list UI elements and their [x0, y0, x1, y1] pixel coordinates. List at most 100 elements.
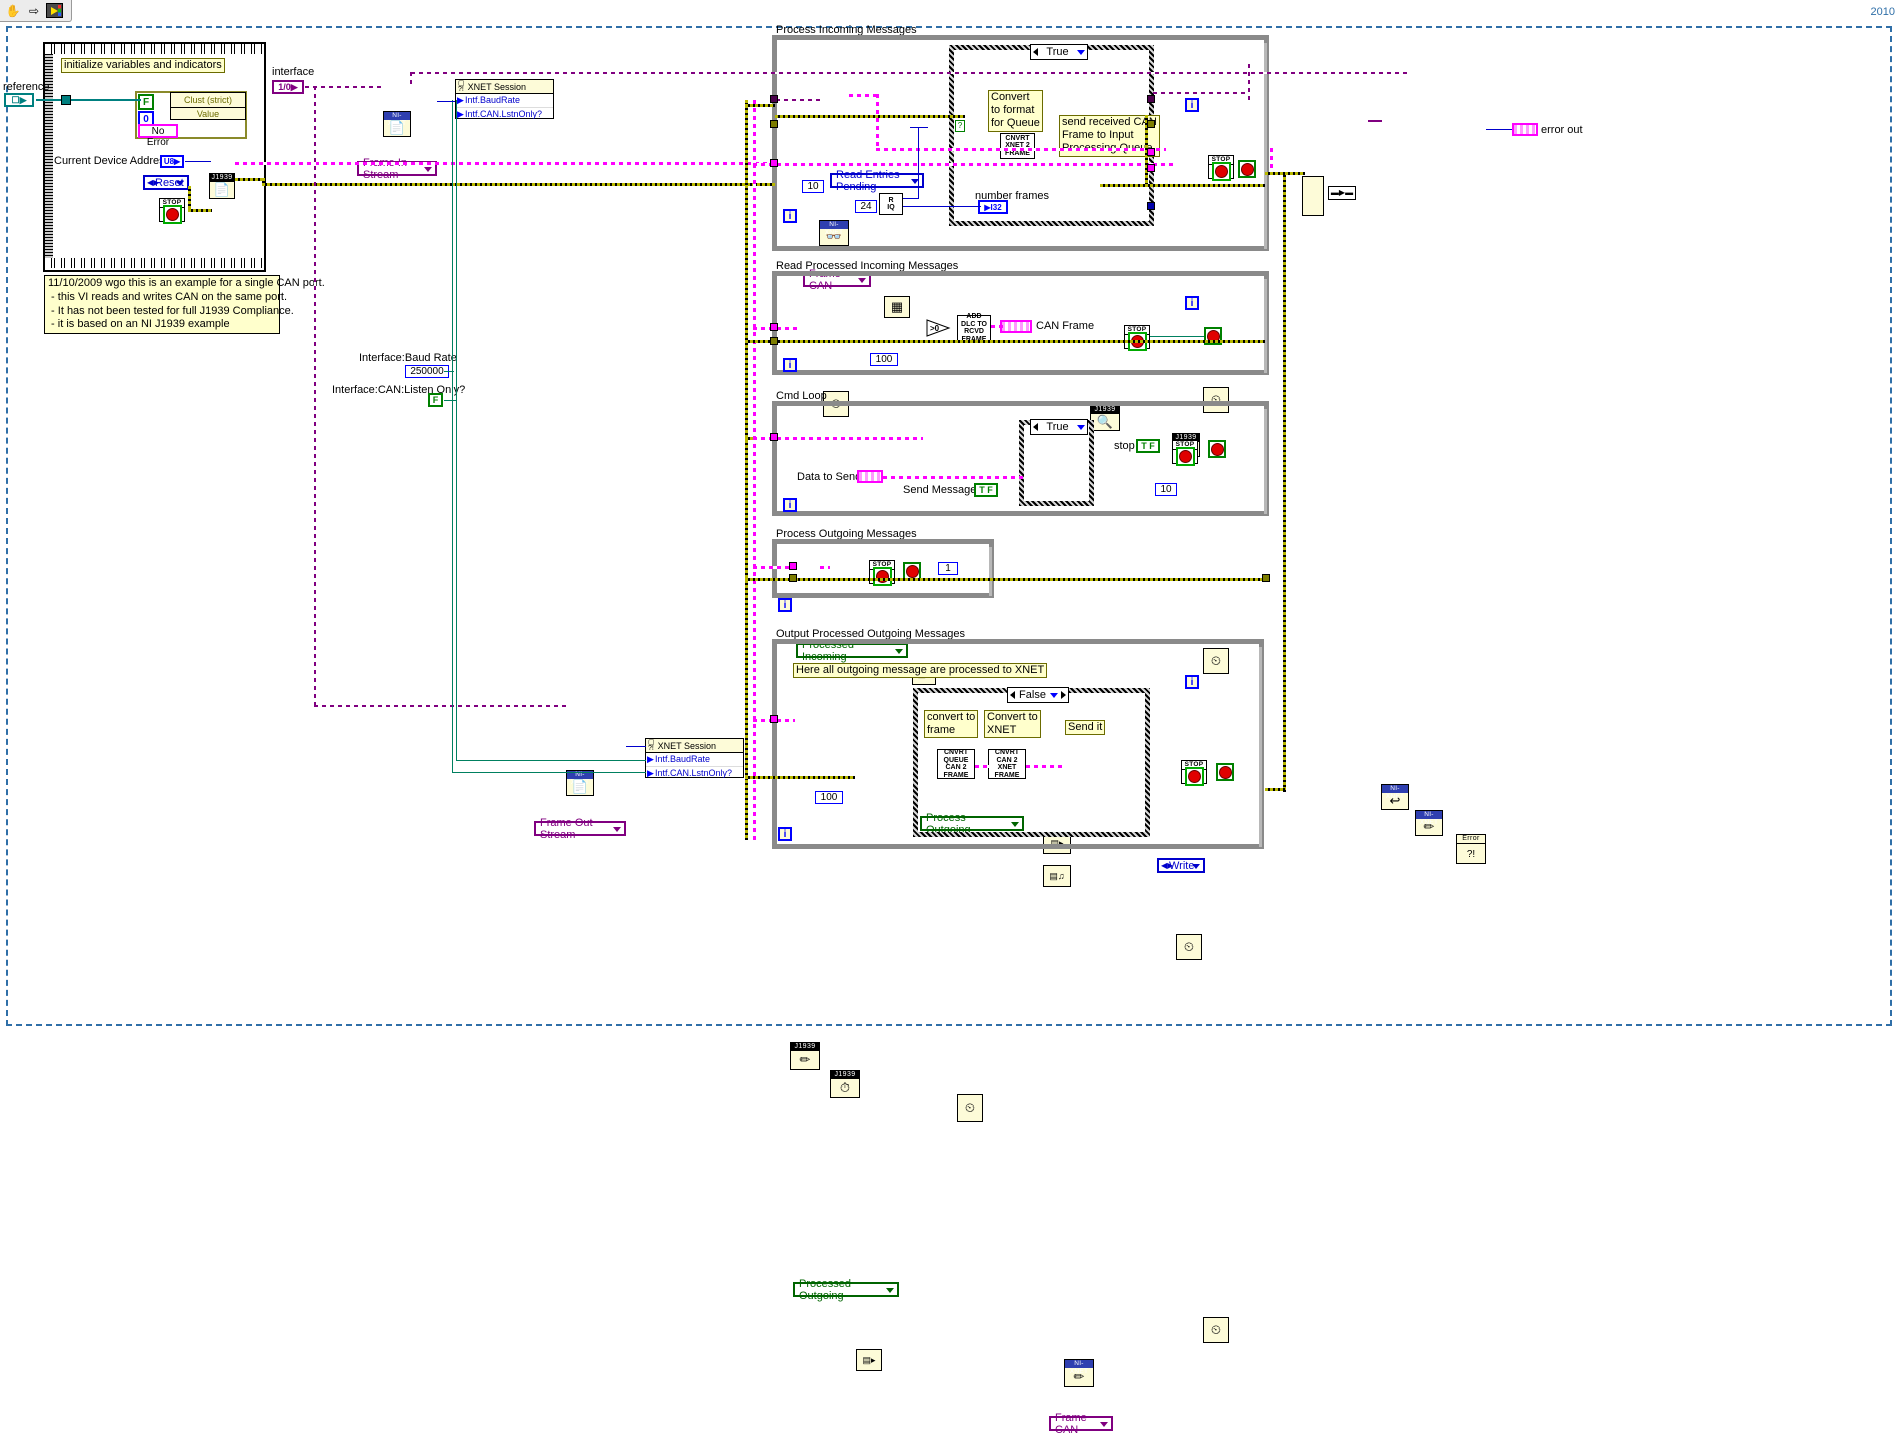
read-entries-pending-enum[interactable]: Read Entries Pending: [830, 169, 924, 193]
frame-out-stream-enum[interactable]: Frame Out Stream: [534, 817, 626, 841]
nixnet-tag: NI-XNET: [1382, 785, 1408, 800]
wire-j1939-init-error: [235, 178, 265, 181]
stop-indicator-icon: [1175, 447, 1195, 466]
listen-only-constant[interactable]: F: [428, 393, 443, 407]
wire-section1-purple-v: [1248, 64, 1250, 100]
stop-vi-read-processed[interactable]: STOP: [1124, 325, 1150, 351]
stop-terminal-output-outgoing[interactable]: [1216, 763, 1234, 781]
hand-tool-icon[interactable]: ✋: [4, 3, 22, 19]
wait-vi-process-outgoing[interactable]: ⏲: [957, 1094, 983, 1122]
quotient-remainder-vi[interactable]: R IQ: [879, 193, 903, 215]
incoming-case-selector[interactable]: True: [1030, 44, 1088, 60]
wire-arraysize-to-gz: [910, 127, 928, 128]
reset-enum[interactable]: ◀▶ Reset: [143, 175, 189, 190]
xnet-session-property-node-in[interactable]: ▢?! XNET Session ▶ Intf.BaudRate ▶ Intf.…: [455, 79, 554, 119]
stop-terminal-cmd-loop[interactable]: [1208, 440, 1226, 458]
stop-terminal-incoming[interactable]: [1238, 160, 1256, 178]
enum-arrows-icon: ◀▶: [1161, 861, 1174, 870]
baud-rate-constant[interactable]: 250000: [405, 365, 449, 378]
stop-vi-init[interactable]: STOP: [159, 198, 185, 224]
j1939-init-vi[interactable]: J1939 📄: [209, 173, 235, 199]
data-to-send-terminal[interactable]: [857, 470, 883, 483]
wait-vi-cmd-loop[interactable]: ⏲: [1176, 934, 1202, 960]
case-dropdown-icon[interactable]: [1077, 424, 1085, 430]
stop-vi-cmd-loop[interactable]: STOP: [1172, 440, 1198, 466]
wire-numframes: [965, 206, 981, 207]
toolbar[interactable]: ✋ ⇨: [0, 0, 72, 22]
frame-in-stream-vi[interactable]: NI-XNET 📄: [383, 111, 411, 137]
stop-vi-output-outgoing[interactable]: STOP: [1181, 760, 1207, 786]
timeout-constant-outgoing[interactable]: 100: [815, 791, 843, 804]
xnet-clear-vi-2[interactable]: NI-XNET ✏: [1415, 810, 1443, 836]
error-out-label: error out: [1541, 124, 1583, 136]
case-prev-icon[interactable]: [1010, 691, 1015, 699]
wire-interface-xnetv: [410, 72, 412, 86]
write-enum[interactable]: ◀▶ Write: [1157, 858, 1205, 873]
timeout-constant-read[interactable]: 100: [870, 353, 898, 366]
frame-out-stream-vi[interactable]: NI-XNET 📄: [566, 770, 594, 796]
case-next-icon[interactable]: [1061, 691, 1066, 699]
can-frame-indicator[interactable]: [1000, 320, 1032, 333]
stop-indicator-icon: [1211, 162, 1231, 181]
enqueue-element-vi-cmd-2[interactable]: ▤♫: [1043, 865, 1071, 887]
divisor-constant[interactable]: 24: [855, 200, 877, 213]
concat-node[interactable]: ▬▶▬: [1328, 186, 1356, 200]
arrow-right-icon[interactable]: ⇨: [25, 3, 43, 19]
outgoing-case-selector[interactable]: False: [1007, 687, 1069, 703]
bool-false-constant[interactable]: F: [138, 94, 154, 110]
simple-error-handler-vi[interactable]: Error ?!: [1456, 834, 1486, 864]
j1939-edit-glyph: ✏: [799, 1052, 811, 1067]
number-frames-indicator[interactable]: ▶ I32: [978, 200, 1008, 214]
xnet-session-property-node-out[interactable]: ▢?! XNET Session ▶ Intf.BaudRate ▶ Intf.…: [645, 738, 744, 778]
current-device-address-terminal[interactable]: U8 ▶: [160, 155, 184, 168]
xnet-read-vi[interactable]: NI-XNET 👓: [819, 220, 849, 246]
add-dlc-to-rcvd-frame-vi[interactable]: ADD DLC TO RCVD FRAME: [957, 313, 991, 343]
send-message-terminal[interactable]: T F: [974, 483, 998, 497]
xnet-prop-baudrate[interactable]: ▶ Intf.BaudRate: [646, 753, 743, 767]
cnvrt-xnet-2-frame-vi[interactable]: CNVRT XNET 2 FRAME: [1000, 133, 1035, 159]
wire-section2-stop: [1150, 336, 1204, 337]
dequeue-element-vi-outgoing[interactable]: ▤▸: [856, 1349, 882, 1371]
wait-vi-output-outgoing[interactable]: ⏲: [1203, 1317, 1229, 1343]
array-build-node[interactable]: [1302, 176, 1324, 216]
run-vi-icon[interactable]: [46, 3, 63, 18]
wire-section5-error: [745, 776, 855, 779]
frame-can-enum-outgoing[interactable]: Frame CAN: [1049, 1412, 1113, 1436]
error-out-terminal[interactable]: [1512, 123, 1538, 136]
reference-terminal[interactable]: ☐▶: [4, 93, 34, 107]
interface-label: interface: [272, 66, 315, 78]
j1939-process-vi-2[interactable]: J1939 ⏱: [830, 1070, 860, 1098]
j1939-process-vi-1[interactable]: J1939 ✏: [790, 1042, 820, 1070]
send-it-comment: Send it: [1065, 720, 1106, 736]
xnet-clear-vi-1[interactable]: NI-XNET ↩: [1381, 784, 1409, 810]
wait-ms-constant-incoming[interactable]: 10: [802, 180, 824, 193]
processed-outgoing-queue-name[interactable]: Processed Outgoing: [793, 1278, 899, 1302]
wait-constant-cmd-loop[interactable]: 10: [1155, 483, 1177, 496]
interface-terminal[interactable]: 1/0 ▶: [272, 80, 304, 94]
baud-rate-label: Interface:Baud Rate: [359, 352, 457, 364]
wire-right-purple-top: [1368, 120, 1382, 122]
case-prev-icon[interactable]: [1033, 48, 1038, 56]
xnet-prop-listenonly[interactable]: ▶ Intf.CAN.LstnOnly?: [456, 108, 553, 121]
case-dropdown-icon[interactable]: [1077, 49, 1085, 55]
xnet-write-vi[interactable]: NI-XNET ✏: [1064, 1359, 1094, 1387]
xnet-prop-listenonly[interactable]: ▶ Intf.CAN.LstnOnly?: [646, 767, 743, 780]
xnet-session-title: XNET Session: [657, 740, 716, 751]
stop-vi-incoming[interactable]: STOP: [1208, 155, 1234, 181]
xnet-prop-baudrate[interactable]: ▶ Intf.BaudRate: [456, 94, 553, 108]
cnvrt-queue-can-2-frame-vi[interactable]: CNVRT QUEUE CAN 2 FRAME: [937, 749, 975, 779]
property-node-icon: ▢?!: [458, 79, 465, 93]
cmd-loop-case-selector[interactable]: True: [1030, 419, 1088, 435]
cnvrt-can-2-xnet-frame-vi[interactable]: CNVRT CAN 2 XNET FRAME: [988, 749, 1026, 779]
no-error-constant[interactable]: No Error: [138, 124, 178, 148]
wire-section2-out: [991, 325, 1003, 328]
wire-section1-error: [775, 115, 965, 118]
wait-constant-process-outgoing[interactable]: 1: [938, 562, 958, 575]
case-prev-icon[interactable]: [1033, 423, 1038, 431]
case-dropdown-icon[interactable]: [1050, 692, 1058, 698]
wire-section1-purple: [776, 99, 820, 101]
wire-section3-in: [753, 437, 923, 440]
cluster-strict-vi[interactable]: Clust (strict) Value: [170, 92, 246, 120]
wire-xnet-session-out: [626, 746, 646, 747]
stop-tf-terminal[interactable]: T F: [1136, 439, 1160, 453]
